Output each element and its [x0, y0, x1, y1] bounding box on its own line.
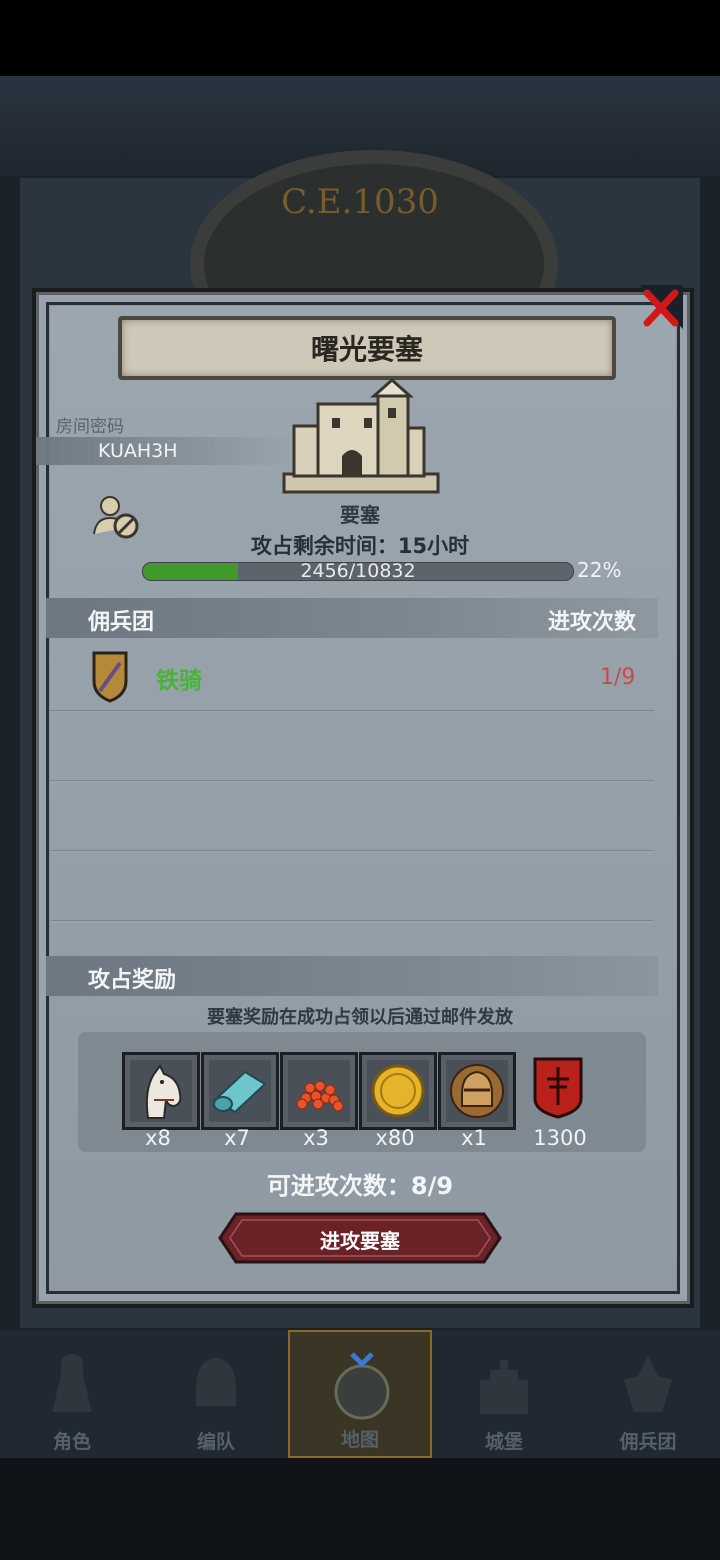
room-password-value: KUAH3H [98, 440, 178, 462]
sword-shield-icon [92, 651, 128, 703]
red-banner-icon [533, 1057, 583, 1119]
capture-time-remaining: 攻占剩余时间：15小时 [250, 534, 470, 558]
reward-count: x7 [224, 1126, 250, 1150]
reward-count: x3 [303, 1126, 329, 1150]
progress-value: 2456/10832 [300, 560, 416, 582]
mercenary-row[interactable] [46, 640, 658, 710]
mercenary-name: 铁骑 [156, 668, 202, 694]
status-bar [0, 0, 720, 76]
reward-beads[interactable] [280, 1052, 358, 1130]
reward-helmet[interactable] [438, 1052, 516, 1130]
red-beads-icon [288, 1060, 350, 1122]
cloth-roll-icon [209, 1060, 271, 1122]
reward-banner[interactable] [522, 1052, 594, 1124]
attack-count-header: 进攻次数 [548, 610, 637, 635]
nav-label: 佣兵团 [619, 1431, 677, 1453]
nav-tab-formation[interactable]: 编队 [144, 1330, 288, 1458]
row-divider [50, 780, 654, 783]
era-label: C.E.1030 [281, 182, 439, 222]
reward-count: x80 [375, 1126, 415, 1150]
nav-label: 地图 [340, 1429, 379, 1451]
reward-count: 1300 [533, 1126, 587, 1150]
helmet-icon [196, 1358, 236, 1406]
reward-count: x8 [145, 1126, 171, 1150]
close-icon [639, 285, 683, 329]
nav-tab-castle[interactable]: 城堡 [432, 1330, 576, 1458]
bottom-nav: 角色 编队 地图 城堡 佣兵团 [0, 1330, 720, 1458]
gold-coin-icon [367, 1060, 429, 1122]
row-divider [50, 920, 654, 923]
nav-label: 编队 [196, 1431, 235, 1453]
row-divider [50, 710, 654, 713]
nav-label: 角色 [52, 1431, 91, 1453]
castle-icon [480, 1360, 528, 1414]
map-compass-icon [334, 1352, 390, 1420]
mercenary-attack-count: 1/9 [600, 665, 636, 690]
dialog-title: 曙光要塞 [118, 316, 616, 380]
footer [0, 1458, 720, 1560]
mercenary-icon [624, 1356, 672, 1412]
fortress-icon [282, 378, 440, 494]
nav-tab-character[interactable]: 角色 [0, 1330, 144, 1458]
mercenary-section-title: 佣兵团 [88, 610, 155, 635]
reward-count: x1 [461, 1126, 487, 1150]
helmet-icon [446, 1060, 508, 1122]
fortress-type: 要塞 [340, 503, 380, 527]
attack-fortress-button[interactable]: 进攻要塞 [218, 1212, 502, 1264]
available-attacks: 可进攻次数：8/9 [266, 1172, 454, 1200]
nav-tab-map[interactable]: 地图 [288, 1330, 432, 1458]
capture-progress-bar: 2456/10832 [142, 560, 574, 582]
nav-label: 城堡 [484, 1431, 523, 1453]
reward-gold[interactable] [359, 1052, 437, 1130]
reward-note: 要塞奖励在成功占领以后通过邮件发放 [207, 1007, 513, 1028]
nav-tab-mercenary[interactable]: 佣兵团 [576, 1330, 720, 1458]
knight-icon [52, 1354, 92, 1412]
close-button[interactable] [632, 282, 686, 336]
reward-horse[interactable] [122, 1052, 200, 1130]
attack-fortress-label: 进攻要塞 [320, 1229, 400, 1253]
horse-icon [130, 1060, 192, 1122]
reward-cloth[interactable] [201, 1052, 279, 1130]
rewards-section-title: 攻占奖励 [88, 968, 177, 993]
room-password-label: 房间密码 [56, 417, 124, 437]
progress-percent: 22% [577, 558, 622, 582]
row-divider [50, 850, 654, 853]
